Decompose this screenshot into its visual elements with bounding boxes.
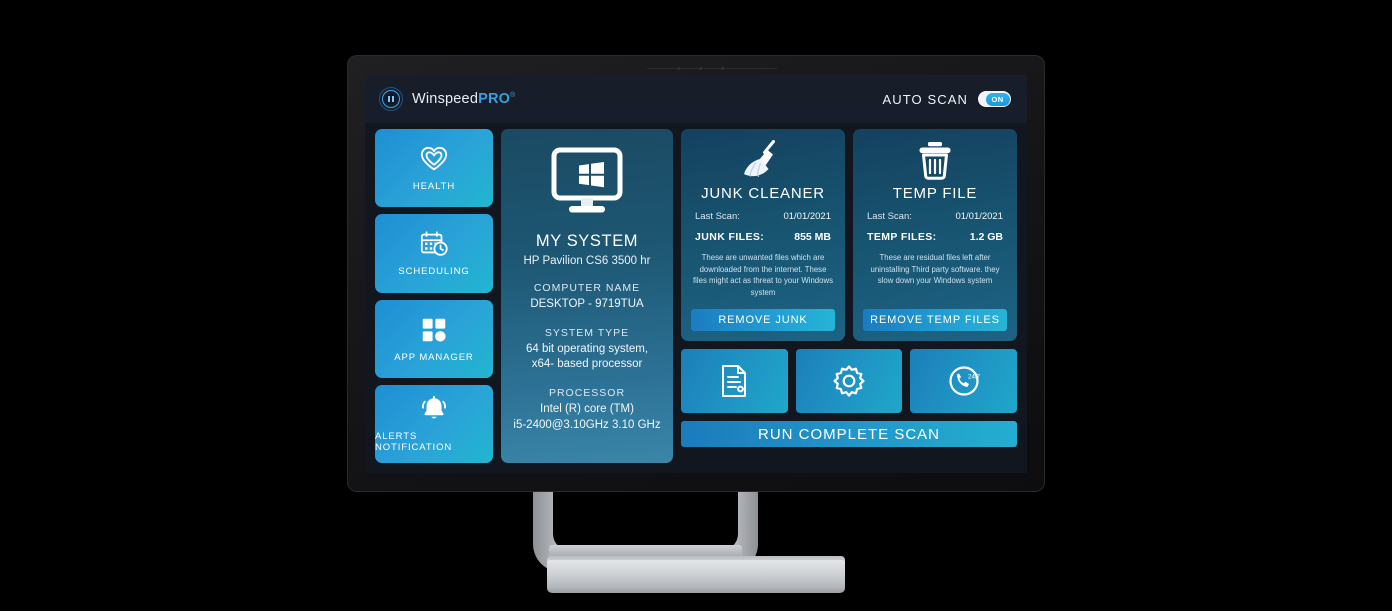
remove-junk-button[interactable]: REMOVE JUNK: [691, 309, 835, 331]
winspeedpro-logo-icon: [379, 87, 403, 111]
sensor-strip: [647, 68, 777, 69]
last-scan-value: 01/01/2021: [783, 211, 831, 222]
my-system-model: HP Pavilion CS6 3500 hr: [523, 255, 651, 267]
my-system-title: MY SYSTEM: [535, 232, 639, 250]
sensor-icon: [699, 67, 702, 70]
document-report-icon: [722, 365, 747, 397]
card-description: These are unwanted files which are downl…: [693, 253, 833, 298]
windows-monitor-icon: [548, 147, 626, 224]
monitor-bezel: WinspeedPRO® AUTO SCAN ON HEALTH SCHEDUL…: [347, 55, 1045, 492]
files-value: 1.2 GB: [969, 231, 1003, 243]
monitor-stand-arm-cutout: [553, 485, 738, 550]
sidebar-item-health[interactable]: HEALTH: [375, 129, 493, 208]
brand: WinspeedPRO®: [379, 87, 515, 111]
sensor-icon: [721, 67, 724, 70]
files-label: TEMP FILES:: [867, 231, 937, 243]
brand-title: WinspeedPRO®: [412, 91, 515, 107]
action-cards: JUNK CLEANER Last Scan: 01/01/2021 JUNK …: [681, 129, 1017, 341]
monitor-stand-base: [547, 560, 845, 593]
brand-name: Winspeed: [412, 91, 479, 107]
quick-tiles: 24/7: [681, 349, 1018, 413]
app-header: WinspeedPRO® AUTO SCAN ON: [365, 75, 1027, 123]
sidebar: HEALTH SCHEDULING APP MANAGER ALERTS NOT…: [375, 127, 493, 463]
sidebar-item-label: APP MANAGER: [394, 351, 474, 363]
gear-icon: [833, 365, 865, 397]
system-detail-value: 64 bit operating system, x64- based proc…: [525, 342, 649, 371]
sidebar-item-label: ALERTS NOTIFICATION: [375, 431, 453, 454]
auto-scan-toggle-state: ON: [985, 92, 1010, 106]
support-247-icon: 24/7: [949, 366, 981, 396]
last-scan-label: Last Scan:: [695, 211, 740, 222]
screenshot-root: WinspeedPRO® AUTO SCAN ON HEALTH SCHEDUL…: [0, 0, 1392, 611]
last-scan-row: Last Scan: 01/01/2021: [691, 211, 835, 222]
remove-temp-files-button[interactable]: REMOVE TEMP FILES: [863, 309, 1007, 331]
system-detail-group: SYSTEM TYPE 64 bit operating system, x64…: [526, 326, 648, 373]
grid-apps-icon: [422, 318, 446, 342]
temp-file-card: TEMP FILE Last Scan: 01/01/2021 TEMP FIL…: [853, 129, 1017, 341]
files-row: TEMP FILES: 1.2 GB: [863, 231, 1007, 243]
last-scan-label: Last Scan:: [867, 211, 912, 222]
auto-scan-toggle[interactable]: ON: [978, 91, 1011, 107]
brand-suffix: PRO: [478, 91, 511, 107]
settings-tile[interactable]: [795, 349, 903, 413]
camera-icon: [677, 67, 680, 70]
system-detail-group: COMPUTER NAME DESKTOP - 9719TUA: [530, 281, 643, 313]
sidebar-item-alerts-notification[interactable]: ALERTS NOTIFICATION: [375, 384, 493, 463]
files-row: JUNK FILES: 855 MB: [691, 231, 835, 243]
auto-scan-label: AUTO SCAN: [882, 91, 968, 107]
last-scan-row: Last Scan: 01/01/2021: [863, 211, 1007, 222]
sidebar-item-scheduling[interactable]: SCHEDULING: [375, 214, 493, 293]
files-value: 855 MB: [794, 231, 831, 243]
card-title: TEMP FILE: [892, 185, 978, 202]
sidebar-item-label: HEALTH: [412, 181, 456, 193]
broom-icon: [740, 139, 786, 181]
run-complete-scan-button[interactable]: RUN COMPLETE SCAN: [681, 421, 1017, 447]
last-scan-value: 01/01/2021: [955, 211, 1003, 222]
card-title: JUNK CLEANER: [701, 185, 825, 202]
system-detail-group: PROCESSOR Intel (R) core (TM) i5-2400@3.…: [513, 386, 660, 433]
system-detail-value: Intel (R) core (TM) i5-2400@3.10GHz 3.10…: [513, 403, 661, 431]
my-system-panel: MY SYSTEM HP Pavilion CS6 3500 hr COMPUT…: [501, 129, 673, 463]
report-tile[interactable]: [681, 349, 788, 413]
trash-icon: [915, 139, 955, 181]
bell-icon: [421, 396, 447, 419]
registered-mark: ®: [510, 92, 516, 100]
card-description: These are residual files left after unin…: [870, 253, 1000, 286]
app-screen: WinspeedPRO® AUTO SCAN ON HEALTH SCHEDUL…: [365, 75, 1027, 473]
system-detail-value: DESKTOP - 9719TUA: [530, 298, 644, 311]
sidebar-item-app-manager[interactable]: APP MANAGER: [375, 299, 493, 378]
svg-text:24/7: 24/7: [968, 374, 981, 381]
right-column: JUNK CLEANER Last Scan: 01/01/2021 JUNK …: [681, 127, 1018, 463]
system-detail-key: COMPUTER NAME: [533, 282, 641, 294]
heart-icon: [420, 146, 448, 171]
calendar-clock-icon: [420, 231, 448, 257]
system-detail-key: SYSTEM TYPE: [544, 326, 630, 339]
files-label: JUNK FILES:: [695, 231, 765, 243]
auto-scan-control[interactable]: AUTO SCAN ON: [882, 91, 1011, 107]
support-tile[interactable]: 24/7: [910, 349, 1018, 413]
system-detail-key: PROCESSOR: [548, 386, 626, 399]
app-body: HEALTH SCHEDULING APP MANAGER ALERTS NOT…: [365, 123, 1027, 473]
junk-cleaner-card: JUNK CLEANER Last Scan: 01/01/2021 JUNK …: [681, 129, 845, 341]
sidebar-item-label: SCHEDULING: [398, 266, 470, 278]
